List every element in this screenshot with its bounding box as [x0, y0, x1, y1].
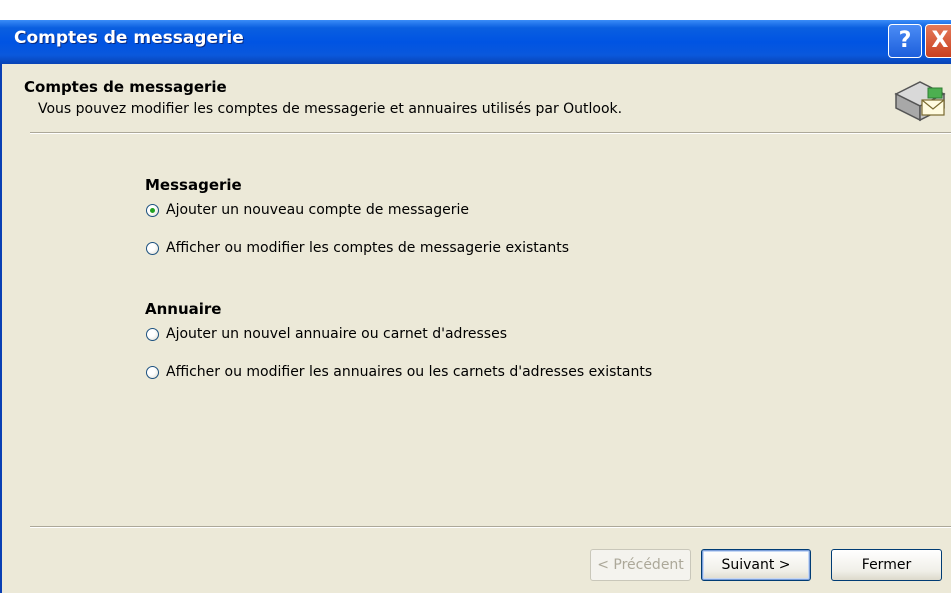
close-window-button[interactable]: X — [925, 24, 951, 58]
help-button[interactable]: ? — [888, 24, 922, 58]
next-button[interactable]: Suivant > — [701, 549, 811, 581]
header-separator — [30, 132, 951, 134]
radio-button[interactable] — [146, 365, 159, 379]
title-bar[interactable]: Comptes de messagerie ? X — [0, 20, 951, 64]
dialog-body: Comptes de messagerie Vous pouvez modifi… — [0, 64, 951, 593]
radio-button-checked[interactable] — [146, 203, 159, 217]
footer-separator — [30, 526, 951, 528]
help-icon: ? — [898, 28, 912, 53]
back-button[interactable]: < Précédent — [590, 549, 691, 581]
radio-button[interactable] — [146, 327, 159, 341]
header-subtitle: Vous pouvez modifier les comptes de mess… — [38, 101, 623, 117]
radio-view-directories[interactable]: Afficher ou modifier les annuaires ou le… — [146, 361, 652, 383]
dialog-header: Comptes de messagerie Vous pouvez modifi… — [0, 64, 951, 132]
radio-label: Ajouter un nouveau compte de messagerie — [166, 202, 469, 218]
radio-label: Afficher ou modifier les comptes de mess… — [166, 240, 570, 256]
dialog-window: Comptes de messagerie ? X Comptes de mes… — [0, 0, 951, 593]
window-border — [0, 64, 2, 593]
close-button[interactable]: Fermer — [831, 549, 942, 581]
radio-button[interactable] — [146, 241, 159, 255]
radio-label: Ajouter un nouvel annuaire ou carnet d'a… — [166, 326, 507, 342]
radio-add-directory[interactable]: Ajouter un nouvel annuaire ou carnet d'a… — [146, 323, 507, 345]
close-icon: X — [931, 28, 949, 53]
window-title: Comptes de messagerie — [14, 28, 244, 48]
radio-label: Afficher ou modifier les annuaires ou le… — [166, 364, 653, 380]
section-title-annuaire: Annuaire — [145, 300, 222, 318]
header-title: Comptes de messagerie — [24, 78, 227, 96]
section-title-messagerie: Messagerie — [145, 176, 242, 194]
radio-view-mail-accounts[interactable]: Afficher ou modifier les comptes de mess… — [146, 237, 569, 259]
radio-add-mail-account[interactable]: Ajouter un nouveau compte de messagerie — [146, 199, 469, 221]
mailbox-tray-icon — [894, 81, 946, 122]
